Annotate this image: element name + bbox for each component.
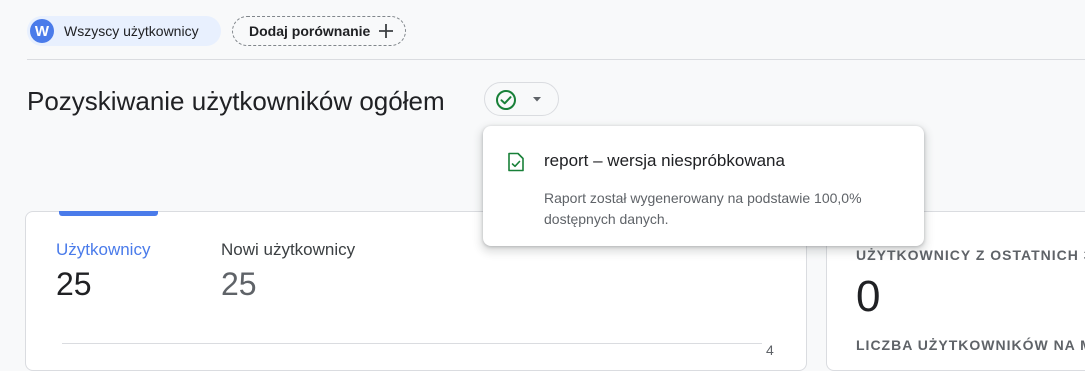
- check-circle-icon: [496, 90, 516, 110]
- y-axis-tick: 4: [766, 342, 774, 358]
- avatar: W: [30, 19, 54, 43]
- users-value: 25: [56, 266, 92, 302]
- verified-doc-icon: [508, 152, 524, 172]
- all-users-label: Wszyscy użytkownicy: [64, 23, 199, 39]
- sampling-status-popup: report – wersja niespróbkowana Raport zo…: [483, 126, 924, 246]
- tab-users[interactable]: Użytkownicy: [56, 240, 150, 260]
- header-divider: [27, 59, 1085, 60]
- caret-down-icon: [533, 97, 541, 102]
- realtime-heading: UŻYTKOWNICY Z OSTATNICH 3: [856, 247, 1085, 263]
- realtime-value: 0: [856, 272, 881, 321]
- popup-description: Raport został wygenerowany na podstawie …: [544, 190, 862, 227]
- page-title: Pozyskiwanie użytkowników ogółem: [27, 86, 445, 116]
- per-minute-heading: LICZBA UŻYTKOWNIKÓW NA M: [856, 337, 1085, 353]
- selected-tab-indicator: [59, 211, 158, 216]
- all-users-chip[interactable]: W Wszyscy użytkownicy: [27, 16, 221, 46]
- tab-new-users[interactable]: Nowi użytkownicy: [221, 240, 355, 260]
- add-comparison-button[interactable]: Dodaj porównanie: [232, 16, 406, 46]
- data-quality-button[interactable]: [484, 82, 559, 116]
- popup-title: report – wersja niespróbkowana: [544, 151, 785, 170]
- plus-icon: [379, 24, 393, 38]
- chart-gridline: [62, 343, 762, 344]
- new-users-value: 25: [221, 266, 257, 302]
- add-comparison-label: Dodaj porównanie: [249, 23, 371, 39]
